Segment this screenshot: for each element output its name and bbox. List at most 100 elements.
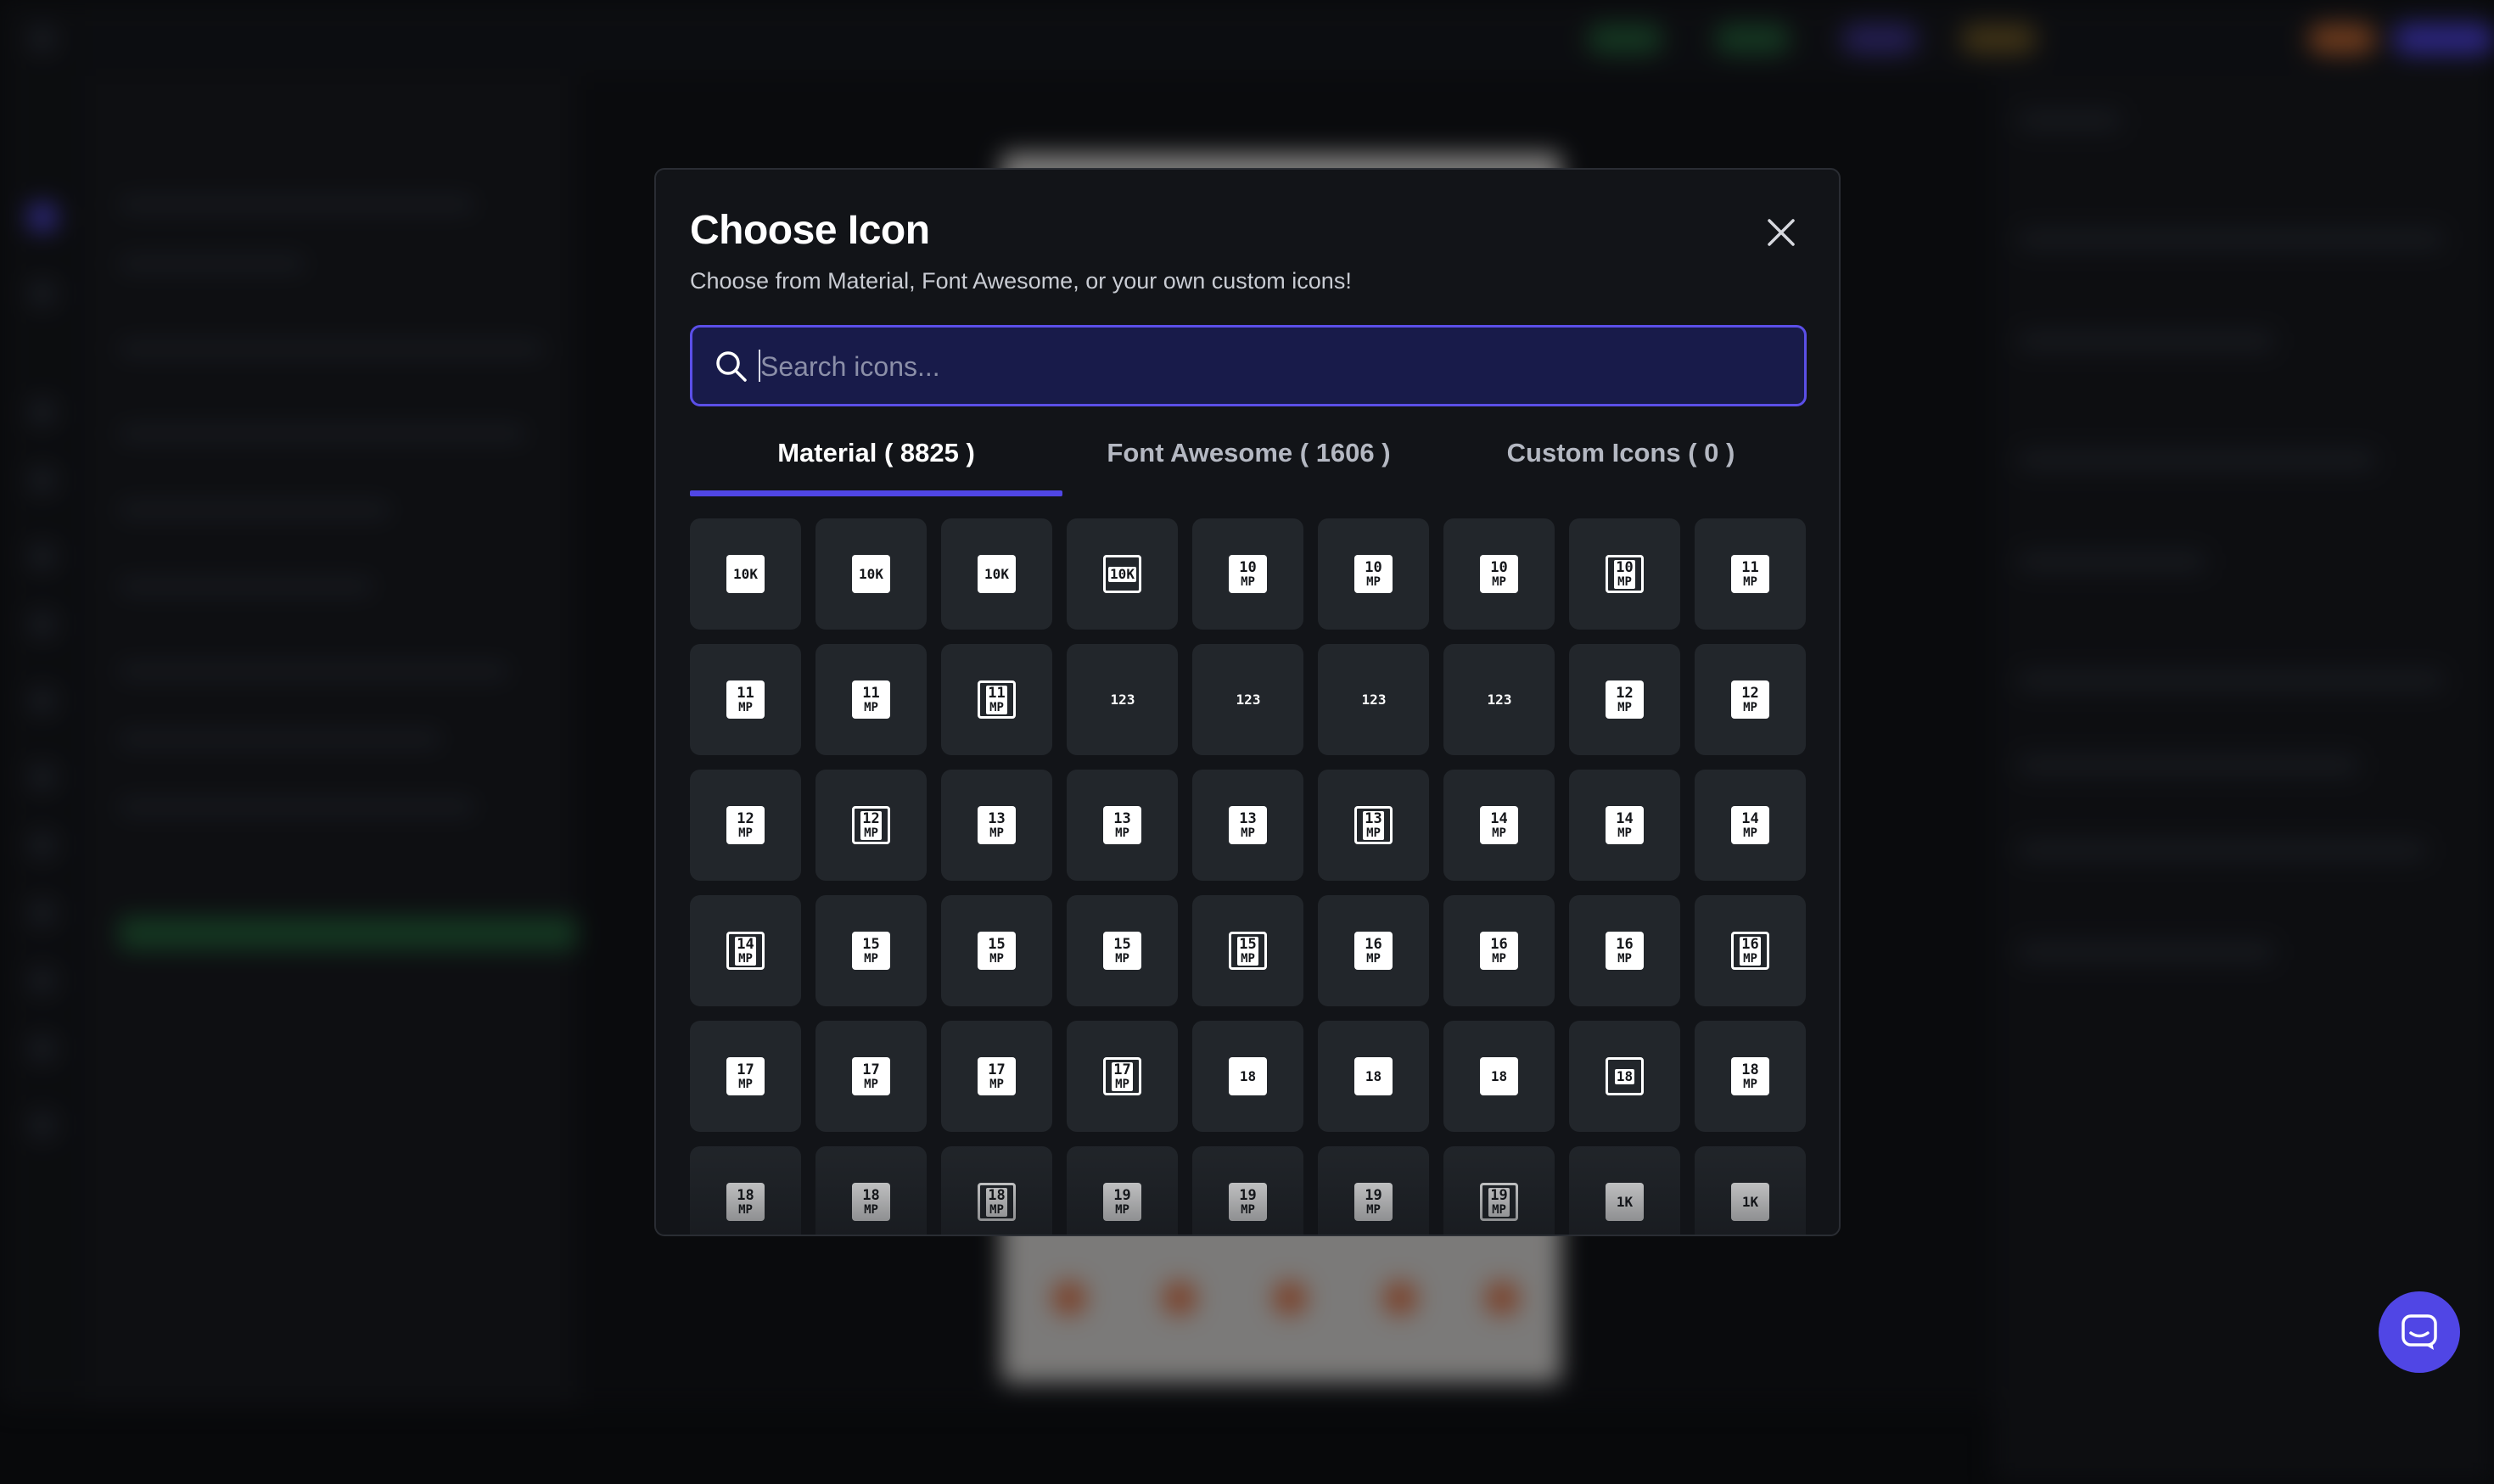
icon-glyph: 18 bbox=[1229, 1057, 1267, 1095]
icon-tile[interactable]: 123 bbox=[1443, 644, 1555, 755]
icon-glyph-sublabel: MP bbox=[1617, 826, 1632, 840]
icon-glyph-label: 13 bbox=[988, 809, 1006, 827]
icon-glyph-label: 15 bbox=[988, 935, 1006, 953]
icon-tile[interactable]: 18 bbox=[1569, 1021, 1680, 1132]
icon-tile[interactable]: 18 bbox=[1318, 1021, 1429, 1132]
icon-glyph-label: 10K bbox=[859, 565, 883, 582]
icon-tile[interactable]: 11 MP bbox=[690, 644, 801, 755]
icon-tile[interactable]: 13 MP bbox=[1067, 770, 1178, 881]
icon-glyph-sublabel: MP bbox=[864, 1202, 878, 1217]
icon-tile[interactable]: 18 MP bbox=[1695, 1021, 1806, 1132]
icon-tile[interactable]: 10 MP bbox=[1443, 518, 1555, 630]
icon-tile[interactable]: 12 MP bbox=[1569, 644, 1680, 755]
close-button[interactable] bbox=[1763, 214, 1800, 251]
icon-glyph-label: 123 bbox=[1236, 691, 1261, 708]
icon-tile[interactable]: 1K bbox=[1695, 1146, 1806, 1235]
icon-glyph-label: 10K bbox=[733, 565, 758, 582]
icon-tile[interactable]: 16 MP bbox=[1443, 895, 1555, 1006]
icon-tile[interactable]: 14 MP bbox=[1569, 770, 1680, 881]
icon-tile[interactable]: 12 MP bbox=[815, 770, 927, 881]
icon-tile[interactable]: 10K bbox=[815, 518, 927, 630]
icon-tile[interactable]: 18 MP bbox=[690, 1146, 801, 1235]
icon-glyph-sublabel: MP bbox=[864, 1077, 878, 1091]
tab-font-awesome[interactable]: Font Awesome ( 1606 ) bbox=[1062, 429, 1435, 490]
icon-tile[interactable]: 15 MP bbox=[1192, 895, 1303, 1006]
icon-glyph-label: 11 bbox=[737, 684, 754, 702]
icon-tile[interactable]: 16 MP bbox=[1318, 895, 1429, 1006]
icon-tile[interactable]: 19 MP bbox=[1318, 1146, 1429, 1235]
icon-tile[interactable]: 13 MP bbox=[941, 770, 1052, 881]
icon-glyph-sublabel: MP bbox=[1115, 951, 1129, 966]
icon-glyph-sublabel: MP bbox=[1241, 574, 1255, 589]
icon-glyph-label: 18 bbox=[1616, 1067, 1634, 1084]
icon-tile[interactable]: 18 MP bbox=[941, 1146, 1052, 1235]
icon-glyph-label: 19 bbox=[1239, 1186, 1257, 1204]
icon-tile[interactable]: 11 MP bbox=[941, 644, 1052, 755]
icon-tile[interactable]: 11 MP bbox=[1695, 518, 1806, 630]
icon-tile[interactable]: 19 MP bbox=[1443, 1146, 1555, 1235]
icon-tile[interactable]: 16 MP bbox=[1569, 895, 1680, 1006]
icon-glyph-label: 17 bbox=[988, 1061, 1006, 1078]
icon-glyph-label: 13 bbox=[1365, 809, 1382, 827]
icon-glyph: 11 MP bbox=[978, 680, 1016, 719]
icon-glyph-label: 13 bbox=[1239, 809, 1257, 827]
icon-tile[interactable]: 1K bbox=[1569, 1146, 1680, 1235]
icon-tile[interactable]: 11 MP bbox=[815, 644, 927, 755]
icon-glyph-label: 19 bbox=[1365, 1186, 1382, 1204]
icon-tile[interactable]: 13 MP bbox=[1192, 770, 1303, 881]
icon-tile[interactable]: 15 MP bbox=[941, 895, 1052, 1006]
icon-glyph-label: 10 bbox=[1239, 558, 1257, 576]
icon-glyph-label: 123 bbox=[1110, 691, 1135, 708]
icon-glyph-sublabel: MP bbox=[1617, 700, 1632, 714]
icon-tile[interactable]: 10K bbox=[1067, 518, 1178, 630]
tab-material[interactable]: Material ( 8825 ) bbox=[690, 429, 1062, 490]
icon-glyph-sublabel: MP bbox=[1241, 951, 1255, 966]
icon-tile[interactable]: 15 MP bbox=[815, 895, 927, 1006]
icon-tile[interactable]: 10 MP bbox=[1192, 518, 1303, 630]
icon-tile[interactable]: 123 bbox=[1067, 644, 1178, 755]
icon-glyph: 10K bbox=[726, 555, 765, 593]
icon-glyph-sublabel: MP bbox=[1617, 574, 1632, 589]
tab-custom-icons[interactable]: Custom Icons ( 0 ) bbox=[1435, 429, 1807, 490]
icon-tile[interactable]: 14 MP bbox=[1695, 770, 1806, 881]
icon-tile[interactable]: 17 MP bbox=[690, 1021, 801, 1132]
icon-glyph: 15 MP bbox=[978, 932, 1016, 970]
icon-tile[interactable]: 17 MP bbox=[1067, 1021, 1178, 1132]
modal-subtitle: Choose from Material, Font Awesome, or y… bbox=[690, 268, 1352, 294]
icon-tile[interactable]: 12 MP bbox=[1695, 644, 1806, 755]
icon-tile[interactable]: 18 bbox=[1443, 1021, 1555, 1132]
icon-tile[interactable]: 17 MP bbox=[941, 1021, 1052, 1132]
icon-tile[interactable]: 18 MP bbox=[815, 1146, 927, 1235]
icon-tile[interactable]: 15 MP bbox=[1067, 895, 1178, 1006]
icon-tile[interactable]: 10 MP bbox=[1569, 518, 1680, 630]
icon-tile[interactable]: 17 MP bbox=[815, 1021, 927, 1132]
icon-glyph: 16 MP bbox=[1480, 932, 1518, 970]
icon-tile[interactable]: 10K bbox=[941, 518, 1052, 630]
icon-glyph: 18 bbox=[1606, 1057, 1644, 1095]
search-input[interactable] bbox=[759, 328, 1780, 406]
icon-tile[interactable]: 123 bbox=[1318, 644, 1429, 755]
icon-glyph: 10 MP bbox=[1606, 555, 1644, 593]
icon-glyph-label: 10K bbox=[984, 565, 1009, 582]
icon-glyph-label: 12 bbox=[862, 809, 880, 827]
icon-tile[interactable]: 18 bbox=[1192, 1021, 1303, 1132]
icon-glyph-sublabel: MP bbox=[1743, 700, 1757, 714]
icon-glyph-sublabel: MP bbox=[738, 826, 753, 840]
icon-tile[interactable]: 19 MP bbox=[1192, 1146, 1303, 1235]
icon-glyph: 16 MP bbox=[1606, 932, 1644, 970]
icon-tile[interactable]: 16 MP bbox=[1695, 895, 1806, 1006]
icon-tile[interactable]: 123 bbox=[1192, 644, 1303, 755]
icon-tile[interactable]: 13 MP bbox=[1318, 770, 1429, 881]
icon-glyph: 19 MP bbox=[1354, 1183, 1393, 1221]
icon-tile[interactable]: 10K bbox=[690, 518, 801, 630]
icon-glyph: 14 MP bbox=[726, 932, 765, 970]
icon-tile[interactable]: 14 MP bbox=[690, 895, 801, 1006]
icon-glyph-label: 14 bbox=[1616, 809, 1634, 827]
icon-tile[interactable]: 12 MP bbox=[690, 770, 801, 881]
icon-tile[interactable]: 14 MP bbox=[1443, 770, 1555, 881]
icon-tile[interactable]: 10 MP bbox=[1318, 518, 1429, 630]
icon-tile[interactable]: 19 MP bbox=[1067, 1146, 1178, 1235]
icon-glyph-sublabel: MP bbox=[1366, 1202, 1381, 1217]
search-field[interactable] bbox=[690, 325, 1807, 406]
chat-launcher-button[interactable] bbox=[2379, 1291, 2460, 1373]
